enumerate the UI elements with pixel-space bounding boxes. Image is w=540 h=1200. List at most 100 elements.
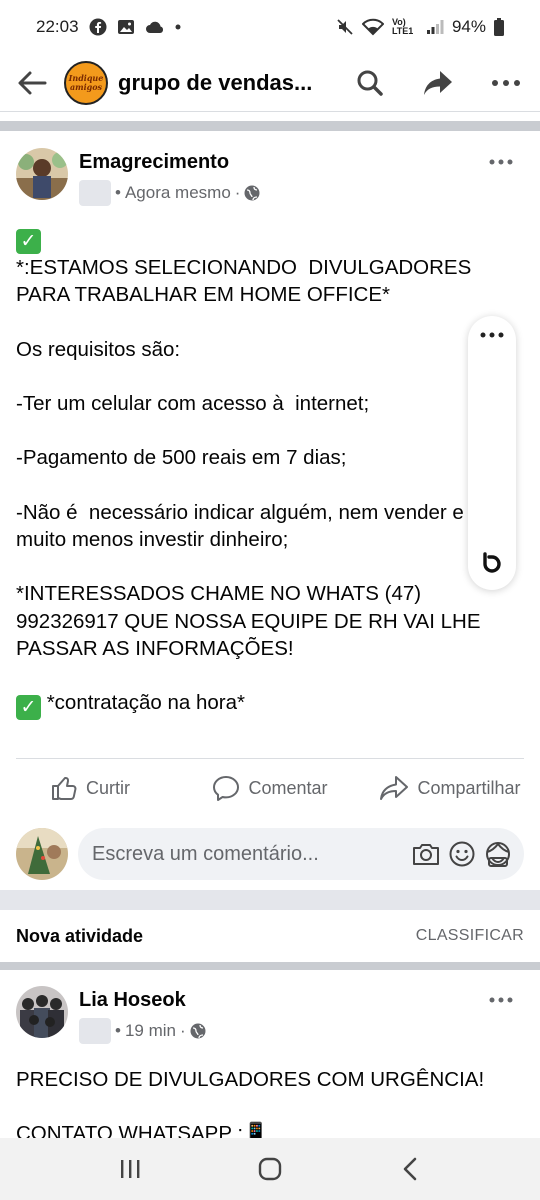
group-avatar[interactable]: Indique amigos (64, 60, 108, 105)
share-arrow-icon (424, 70, 452, 95)
share-post-button[interactable]: Compartilhar (360, 760, 540, 816)
post-line: -Ter um celular com acesso à internet; (16, 392, 370, 416)
globe-icon (190, 1023, 206, 1039)
cloud-notification-icon (145, 20, 165, 34)
post-line: *contratação na hora* (41, 691, 245, 715)
more-notifications-dot-icon (175, 24, 181, 30)
back-button[interactable] (0, 54, 64, 112)
post-line (16, 308, 516, 335)
battery-icon (494, 18, 504, 36)
share-button[interactable] (404, 54, 472, 112)
home-icon (258, 1157, 282, 1181)
bixby-icon[interactable] (481, 552, 503, 574)
post-meta: • Agora mesmo · (79, 180, 260, 206)
post-line: PRECISO DE DIVULGADORES COM URGÊNCIA! (16, 1068, 485, 1091)
group-avatar-text-2: amigos (69, 81, 103, 92)
comment-composer: Escreva um comentário... (16, 826, 524, 882)
section-divider (0, 121, 540, 131)
user-avatar[interactable] (16, 828, 68, 880)
globe-icon (244, 185, 260, 201)
smiley-face-icon (449, 841, 475, 867)
meta-separator: • (115, 1021, 121, 1040)
author-avatar[interactable] (16, 148, 68, 200)
arrow-left-icon (18, 71, 47, 94)
like-button[interactable]: Curtir (0, 760, 180, 816)
wifi-icon (361, 18, 384, 36)
status-time: 22:03 (36, 17, 79, 36)
post-author-name[interactable]: Emagrecimento (79, 151, 229, 174)
floating-assistant-pill[interactable] (468, 316, 516, 590)
post-line (16, 553, 516, 580)
back-nav-button[interactable] (380, 1139, 440, 1199)
search-button[interactable] (336, 54, 404, 112)
actions-divider (16, 758, 524, 759)
post-line (16, 472, 516, 499)
emoji-button[interactable] (444, 836, 480, 872)
post-actions: Curtir Comentar Compartilhar (0, 760, 540, 816)
post-meta: • 19 min · (79, 1018, 206, 1044)
app-header: Indique amigos grupo de vendas... (0, 54, 540, 112)
signal-icon (426, 19, 444, 35)
mute-icon (336, 18, 354, 36)
post-time[interactable]: 19 min (125, 1021, 176, 1041)
camera-button[interactable] (408, 836, 444, 872)
post-time[interactable]: Agora mesmo (125, 183, 231, 203)
check-mark-emoji-icon: ✓ (16, 229, 41, 254)
post-header: Emagrecimento • Agora mesmo · (16, 148, 524, 208)
comment-bubble-icon (213, 776, 240, 801)
recent-apps-button[interactable] (100, 1139, 160, 1199)
recent-apps-icon (121, 1160, 140, 1178)
post-line: -Não é necessário indicar alguém, nem ve… (16, 500, 470, 552)
post-line (16, 417, 516, 444)
system-nav-bar (0, 1138, 540, 1200)
meta-placeholder-badge (79, 1018, 111, 1044)
post-line: *INTERESSADOS CHAME NO WHATS (47) 992326… (16, 582, 487, 660)
post-more-button[interactable] (486, 990, 516, 1010)
post-body: ✓ *:ESTAMOS SELECIONANDO DIVULGADORES PA… (16, 223, 516, 721)
post-line: -Pagamento de 500 reais em 7 dias; (16, 446, 347, 470)
more-horizontal-icon (489, 997, 513, 1003)
meta-separator: · (179, 1021, 186, 1040)
gallery-notification-icon (117, 19, 135, 35)
activity-title: Nova atividade (16, 925, 144, 946)
comment-input[interactable]: Escreva um comentário... (78, 828, 524, 880)
more-horizontal-icon (489, 159, 513, 165)
post-header: Lia Hoseok • 19 min · (16, 986, 524, 1046)
network-type: Vo) LTE1 (391, 17, 414, 36)
check-mark-emoji-icon: ✓ (16, 695, 41, 721)
activity-header: Nova atividade CLASSIFICAR (16, 920, 524, 952)
camera-icon (413, 844, 439, 865)
status-bar: 22:03 Vo) LTE1 94% (0, 0, 540, 54)
comment-placeholder: Escreva um comentário... (92, 842, 319, 865)
home-button[interactable] (240, 1139, 300, 1199)
more-options-button[interactable] (472, 54, 540, 112)
section-divider (0, 962, 540, 970)
post-author-name[interactable]: Lia Hoseok (79, 989, 186, 1012)
facebook-notification-icon (89, 18, 107, 36)
author-avatar[interactable] (16, 986, 68, 1038)
avatar-sticker-icon (486, 842, 510, 867)
post-line (16, 662, 516, 689)
post-line (16, 363, 516, 390)
battery-percentage: 94% (451, 17, 486, 36)
share-arrow-icon (380, 776, 409, 800)
post-line: Os requisitos são: (16, 337, 181, 361)
post-body: PRECISO DE DIVULGADORES COM URGÊNCIA! CO… (16, 1066, 524, 1148)
meta-separator: • (115, 183, 121, 202)
search-icon (357, 70, 383, 96)
avatar-sticker-button[interactable] (480, 836, 516, 872)
section-divider (0, 890, 540, 910)
thumbs-up-icon (52, 777, 77, 800)
post-line: *:ESTAMOS SELECIONANDO DIVULGADORES PARA… (16, 256, 477, 307)
group-title[interactable]: grupo de vendas... (118, 70, 328, 96)
comment-button[interactable]: Comentar (180, 760, 360, 816)
meta-separator: · (234, 183, 241, 202)
like-label: Curtir (86, 777, 130, 798)
sort-button[interactable]: CLASSIFICAR (416, 927, 524, 945)
comment-label: Comentar (248, 777, 328, 798)
meta-placeholder-badge (79, 180, 111, 206)
post-more-button[interactable] (486, 152, 516, 172)
chevron-left-icon (403, 1157, 417, 1181)
share-label: Compartilhar (417, 777, 521, 798)
more-horizontal-icon[interactable] (480, 332, 504, 338)
